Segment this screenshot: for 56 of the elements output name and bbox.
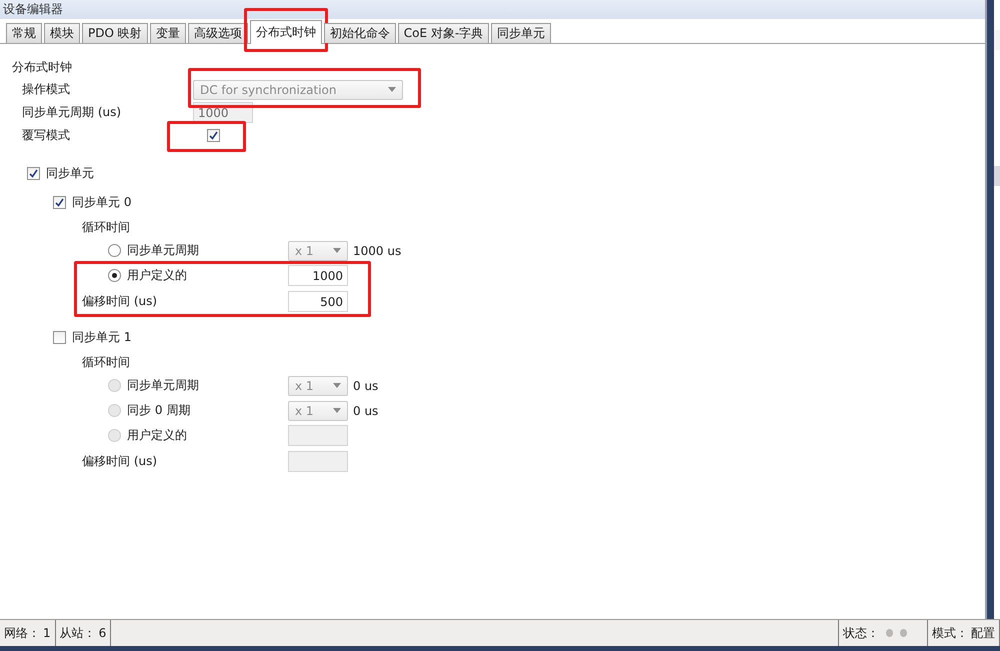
input-field[interactable] [288, 425, 348, 446]
checkbox[interactable] [27, 166, 40, 180]
tab[interactable]: 变量 [150, 23, 186, 43]
tab[interactable]: 高级选项 [188, 23, 248, 43]
input-field[interactable]: 500 [288, 291, 348, 312]
radio-button[interactable] [108, 379, 121, 392]
tab[interactable]: 分布式时钟 [250, 20, 322, 44]
status-led-icon [886, 629, 893, 637]
tab[interactable]: CoE 对象-字典 [398, 23, 490, 43]
status-label: 状态： [843, 624, 879, 642]
radio-button[interactable] [108, 244, 121, 257]
field-label: 操作模式 [22, 81, 70, 98]
field-label: 同步单元周期 (us) [22, 104, 122, 121]
status-led-icon [900, 629, 907, 637]
tab[interactable]: PDO 映射 [82, 23, 148, 43]
checkbox-label: 同步单元 1 [72, 329, 132, 346]
radio-label: 同步单元周期 [127, 242, 199, 259]
status-label: 网络： [4, 624, 40, 642]
caret-icon [333, 248, 341, 253]
status-value: 1 [43, 626, 51, 640]
caret-icon [388, 87, 396, 92]
group-label: 循环时间 [82, 218, 130, 236]
input-field[interactable]: 1000 [288, 265, 348, 286]
checkbox[interactable] [53, 196, 66, 209]
tab[interactable]: 初始化命令 [324, 23, 396, 43]
radio-label: 用户定义的 [127, 267, 187, 284]
radio-button[interactable] [108, 429, 121, 442]
checkbox-label: 同步单元 [46, 164, 94, 182]
checkbox-label: 同步单元 0 [72, 194, 132, 211]
window-title: 设备编辑器 [0, 0, 985, 19]
tab[interactable]: 同步单元 [491, 23, 552, 43]
caret-icon [333, 408, 341, 413]
status-label: 模式： [932, 624, 968, 642]
field-label: 覆写模式 [22, 127, 70, 144]
cycle-reading: 1000 us [353, 244, 402, 258]
group-label: 循环时间 [82, 354, 130, 370]
field-label: 偏移时间 (us) [82, 293, 158, 310]
panel-edge [994, 166, 1000, 186]
cycle-reading: 0 us [353, 378, 378, 392]
radio-label: 同步 0 周期 [127, 402, 190, 419]
tab[interactable]: 模块 [44, 23, 80, 43]
radio-label: 用户定义的 [127, 427, 187, 444]
radio-label: 同步单元周期 [127, 377, 199, 394]
status-value: 配置 [971, 624, 995, 642]
cycle-reading: 0 us [353, 404, 378, 418]
radio-button[interactable] [108, 404, 121, 417]
status-label: 从站： [60, 624, 96, 642]
section-title: 分布式时钟 [12, 58, 72, 76]
input-field[interactable] [288, 451, 348, 472]
checkbox[interactable] [53, 331, 66, 344]
status-value: 6 [98, 626, 106, 640]
field-label: 偏移时间 (us) [82, 453, 158, 470]
caret-icon [333, 383, 341, 388]
checkbox[interactable] [207, 129, 220, 142]
tab[interactable]: 常规 [6, 23, 42, 43]
radio-button[interactable] [108, 269, 121, 282]
